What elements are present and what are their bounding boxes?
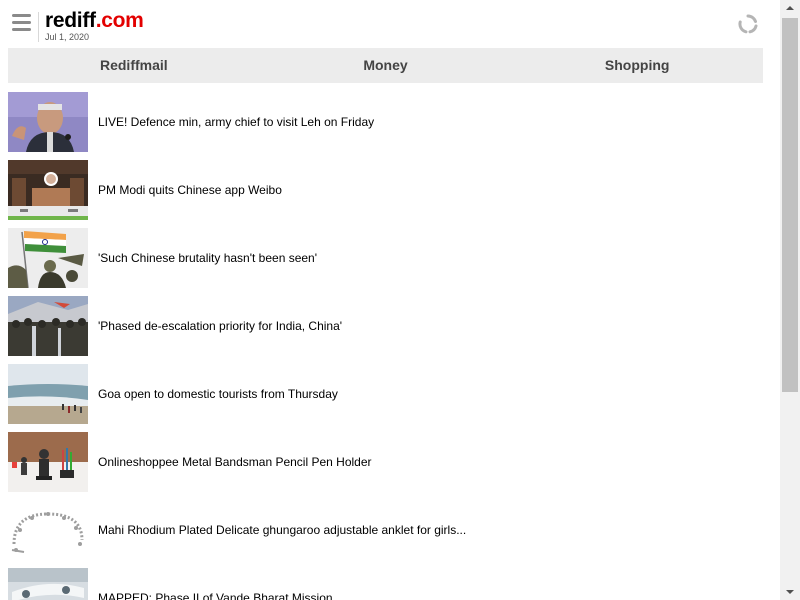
nav-rediffmail-link[interactable]: Rediffmail — [8, 48, 260, 83]
hamburger-menu-icon[interactable] — [12, 14, 32, 34]
goa-beach-photo-icon[interactable] — [8, 364, 88, 424]
top-nav: Rediffmail Money Shopping — [8, 48, 763, 83]
army-parade-photo-icon[interactable] — [8, 296, 88, 356]
page: rediff.com Jul 1, 2020 Rediffmail Money … — [0, 0, 780, 600]
story-title[interactable]: LIVE! Defence min, army chief to visit L… — [98, 115, 374, 129]
logo-tld: com — [101, 9, 144, 32]
refresh-icon[interactable] — [738, 14, 758, 34]
header: rediff.com Jul 1, 2020 — [0, 0, 780, 46]
story-item[interactable]: PM Modi quits Chinese app Weibo — [8, 160, 763, 220]
story-title[interactable]: Onlineshoppee Metal Bandsman Pencil Pen … — [98, 455, 372, 469]
vertical-scrollbar[interactable] — [780, 0, 800, 600]
indian-flag-soldiers-photo-icon[interactable] — [8, 228, 88, 288]
scroll-up-arrow-icon[interactable] — [780, 0, 800, 17]
anklet-product-photo-icon[interactable] — [8, 500, 88, 560]
story-title[interactable]: 'Phased de-escalation priority for India… — [98, 319, 342, 333]
scroll-down-arrow-icon[interactable] — [780, 583, 800, 600]
airplane-photo-icon[interactable] — [8, 568, 88, 600]
story-item[interactable]: Goa open to domestic tourists from Thurs… — [8, 364, 763, 424]
story-item[interactable]: Mahi Rhodium Plated Delicate ghungaroo a… — [8, 500, 763, 560]
current-date: Jul 1, 2020 — [45, 32, 90, 42]
nav-shopping-link[interactable]: Shopping — [511, 48, 763, 83]
story-item[interactable]: 'Phased de-escalation priority for India… — [8, 296, 763, 356]
header-divider — [38, 12, 39, 42]
story-item[interactable]: MAPPED: Phase II of Vande Bharat Mission — [8, 568, 763, 600]
nav-money-link[interactable]: Money — [260, 48, 512, 83]
pm-modi-screenshot-icon[interactable] — [8, 160, 88, 220]
story-title[interactable]: 'Such Chinese brutality hasn't been seen… — [98, 251, 317, 265]
site-logo[interactable]: rediff.com — [45, 10, 144, 32]
story-item[interactable]: LIVE! Defence min, army chief to visit L… — [8, 92, 763, 152]
pen-holder-product-photo-icon[interactable] — [8, 432, 88, 492]
minister-speaking-photo-icon[interactable] — [8, 92, 88, 152]
logo-name: rediff — [45, 9, 96, 32]
scrollbar-thumb[interactable] — [782, 18, 798, 392]
story-title[interactable]: PM Modi quits Chinese app Weibo — [98, 183, 282, 197]
story-item[interactable]: Onlineshoppee Metal Bandsman Pencil Pen … — [8, 432, 763, 492]
story-title[interactable]: MAPPED: Phase II of Vande Bharat Mission — [98, 591, 333, 600]
story-item[interactable]: 'Such Chinese brutality hasn't been seen… — [8, 228, 763, 288]
story-title[interactable]: Goa open to domestic tourists from Thurs… — [98, 387, 338, 401]
story-title[interactable]: Mahi Rhodium Plated Delicate ghungaroo a… — [98, 523, 466, 537]
